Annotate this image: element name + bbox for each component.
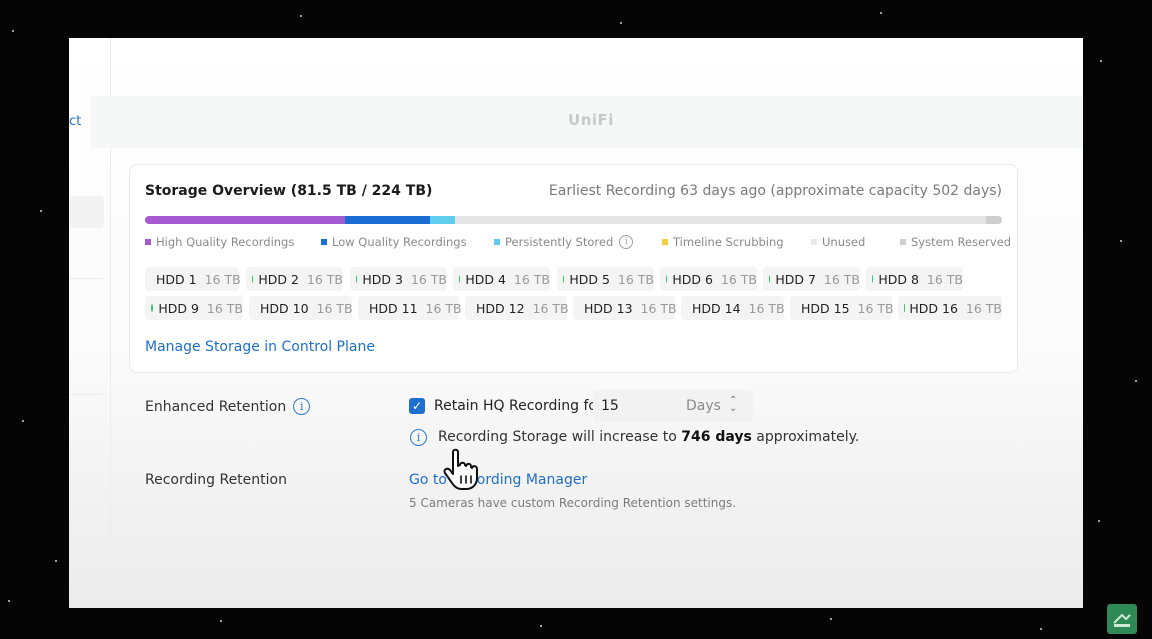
sidebar-divider xyxy=(69,394,103,395)
info-icon[interactable]: i xyxy=(293,398,311,415)
storage-overview-card: Storage Overview (81.5 TB / 224 TB) Earl… xyxy=(129,164,1018,373)
status-dot xyxy=(252,275,254,283)
legend-system-reserved: System Reserved xyxy=(900,235,1011,249)
legend-unused: Unused xyxy=(811,235,865,249)
info-icon[interactable]: i xyxy=(619,235,634,249)
drive-chip[interactable]: HDD 7 16 TB xyxy=(763,267,860,291)
top-bar: UniFi xyxy=(91,96,1083,148)
sidebar-link[interactable]: ct xyxy=(69,114,81,129)
brand-logo: UniFi xyxy=(568,111,614,129)
sidebar-divider xyxy=(69,278,103,279)
drive-chip[interactable]: HDD 11 16 TB xyxy=(358,296,462,320)
storage-usage-bar xyxy=(145,216,1002,224)
bar-segment-persistently-stored xyxy=(430,216,455,224)
recording-retention-label: Recording Retention xyxy=(145,472,287,488)
enhanced-retention-row: Enhanced Retention i xyxy=(145,398,311,415)
legend-persistently-stored: Persistently Stored i xyxy=(494,235,634,249)
earliest-recording: Earliest Recording 63 days ago (approxim… xyxy=(548,183,1002,199)
drive-chip[interactable]: HDD 16 16 TB xyxy=(898,296,1002,320)
enhanced-retention-label: Enhanced Retention xyxy=(145,398,287,415)
retention-days-unit: Days xyxy=(686,398,721,414)
sidebar-selected-item[interactable] xyxy=(69,196,104,228)
status-dot xyxy=(356,275,358,283)
status-dot xyxy=(459,275,461,283)
retain-hq-checkbox[interactable]: ✓ xyxy=(409,398,425,414)
legend-high-quality: High Quality Recordings xyxy=(145,235,294,249)
drive-chip[interactable]: HDD 4 16 TB xyxy=(453,267,550,291)
legend-low-quality: Low Quality Recordings xyxy=(321,235,467,249)
drive-chip[interactable]: HDD 15 16 TB xyxy=(790,296,894,320)
drive-chip[interactable]: HDD 5 16 TB xyxy=(557,267,654,291)
drive-chip[interactable]: HDD 10 16 TB xyxy=(249,296,353,320)
corner-logo-icon xyxy=(1107,604,1137,634)
status-dot xyxy=(872,275,874,283)
legend-timeline-scrubbing: Timeline Scrubbing xyxy=(662,235,784,249)
status-dot xyxy=(666,275,668,283)
retention-days-value[interactable]: 15 xyxy=(601,398,619,414)
hand-cursor-icon xyxy=(443,448,478,490)
increase-days: 746 days xyxy=(681,429,752,445)
bar-segment-low-quality xyxy=(345,216,430,224)
manage-storage-link[interactable]: Manage Storage in Control Plane xyxy=(145,339,375,355)
info-icon: i xyxy=(410,429,427,446)
retain-hq-label[interactable]: Retain HQ Recording for xyxy=(434,398,603,414)
drive-chip[interactable]: HDD 13 16 TB xyxy=(573,296,677,320)
retention-days-input[interactable]: 15 Days ⌃ ⌄ xyxy=(593,390,753,422)
drive-chip[interactable]: HDD 12 16 TB xyxy=(465,296,569,320)
storage-title: Storage Overview (81.5 TB / 224 TB) xyxy=(145,183,433,199)
status-dot xyxy=(563,275,565,283)
drive-chip[interactable]: HDD 14 16 TB xyxy=(681,296,785,320)
drive-chip[interactable]: HDD 9 16 TB xyxy=(145,296,243,320)
drive-chip[interactable]: HDD 2 16 TB xyxy=(246,267,343,291)
drive-chip[interactable]: HDD 1 16 TB xyxy=(145,267,241,291)
drive-chip[interactable]: HDD 6 16 TB xyxy=(660,267,757,291)
bar-segment-system-reserved xyxy=(986,216,1002,224)
status-dot xyxy=(769,275,771,283)
stepper-chevron-icon[interactable]: ⌃ ⌄ xyxy=(729,396,737,414)
recording-manager-link[interactable]: Go to Recording Manager xyxy=(409,472,587,488)
drive-chip[interactable]: HDD 3 16 TB xyxy=(350,267,447,291)
app-window: ct UniFi Storage Overview (81.5 TB / 224… xyxy=(69,38,1083,608)
status-dot xyxy=(151,304,154,312)
drive-chip[interactable]: HDD 8 16 TB xyxy=(866,267,963,291)
storage-legend: High Quality Recordings Low Quality Reco… xyxy=(145,235,1011,251)
storage-increase-note: Recording Storage will increase to 746 d… xyxy=(438,429,860,445)
bar-segment-high-quality xyxy=(145,216,345,224)
custom-retention-note: 5 Cameras have custom Recording Retentio… xyxy=(409,496,737,510)
